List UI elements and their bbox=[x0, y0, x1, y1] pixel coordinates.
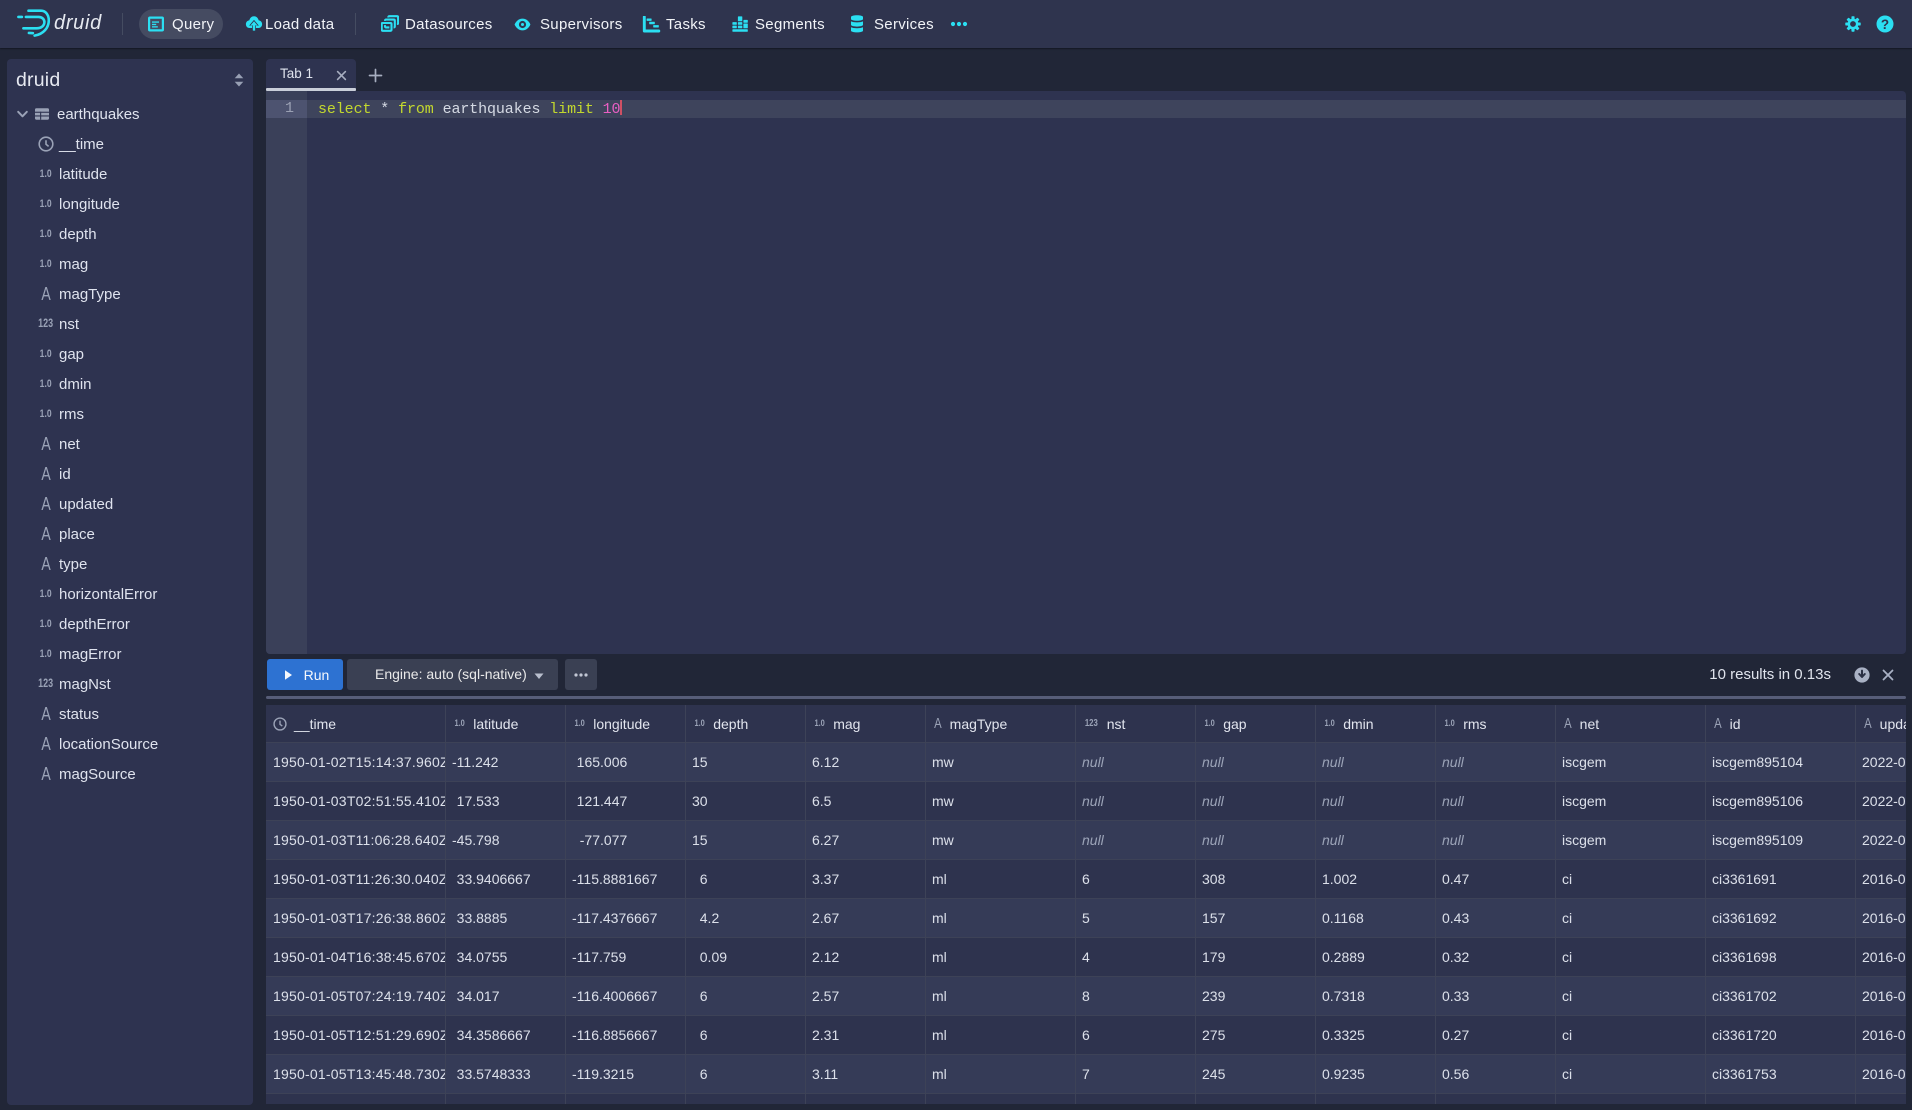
svg-text:?: ? bbox=[1881, 17, 1889, 32]
